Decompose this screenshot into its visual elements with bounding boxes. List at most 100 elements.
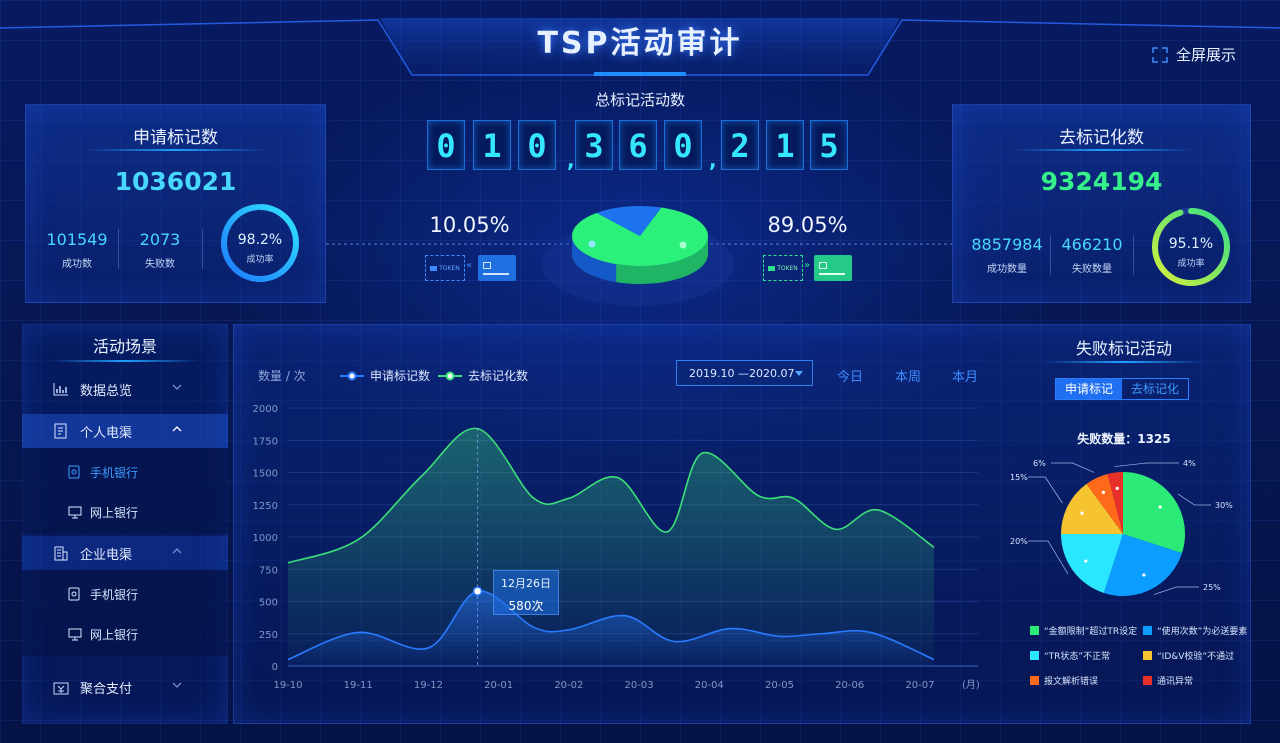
pie-slice-label: 6%	[1033, 459, 1046, 468]
chip-icon	[819, 262, 827, 269]
tooltip-value: 580次	[508, 599, 544, 613]
counter-comma: ,	[567, 148, 575, 172]
building-icon	[52, 544, 70, 562]
sidebar-item-label: 企业电渠	[80, 547, 133, 563]
fullscreen-icon	[1152, 46, 1168, 63]
detoken-success-value: 8857984	[971, 235, 1043, 254]
apply-rate-label: 成功率	[246, 255, 274, 265]
tab-apply[interactable]: 申请标记	[1056, 379, 1122, 399]
pie-marker	[588, 240, 596, 248]
legend-label: “金额限制”超过TR设定	[1044, 627, 1138, 637]
x-tick-label: 20-06	[835, 680, 864, 691]
legend-detoken[interactable]: 去标记化数	[438, 367, 528, 384]
detoken-fail-label: 失败数量	[1072, 264, 1112, 275]
left-percentage: 10.05%	[429, 213, 510, 237]
failure-pie: 30% 25% 20% 15% 6% 4%	[1010, 459, 1233, 596]
sidebar-item-overview[interactable]: 数据总览	[22, 372, 228, 406]
pie-slice-dot	[1101, 490, 1106, 494]
legend-item[interactable]: 通讯异常	[1143, 674, 1193, 687]
apply-fail-value: 2073	[139, 230, 181, 249]
pie-slice-dot	[1115, 486, 1119, 490]
pie-marker	[679, 241, 687, 249]
stripe	[819, 273, 845, 275]
filter-week-button[interactable]: 本周	[895, 366, 921, 385]
fullscreen-button[interactable]: 全屏展示	[1152, 44, 1236, 65]
legend-item[interactable]: “TR状态”不正常	[1030, 649, 1110, 662]
legend-swatch	[1030, 676, 1039, 685]
filter-month-button[interactable]: 本月	[952, 366, 978, 385]
token-label: TOKEN	[777, 264, 798, 272]
legend-swatch	[1030, 651, 1039, 660]
y-tick-label: 1500	[253, 469, 278, 480]
bank-card-icon	[478, 255, 516, 281]
sidebar-subitem-personal-web[interactable]: 网上银行	[22, 495, 228, 529]
chart-icon	[52, 380, 70, 398]
y-tick-label: 1000	[253, 533, 278, 544]
trend-line-chart: 0 250 500 750 1000 1250 1500 1750 2000 19-10 19-11…	[253, 404, 978, 691]
apply-success-stat: 101549 成功数	[34, 230, 120, 270]
divider	[202, 229, 203, 269]
chevron-down-icon	[172, 384, 182, 390]
detoken-panel: 去标记化数 9324194 8857984 成功数量 466210 失败数量 9…	[952, 104, 1251, 303]
filter-today-button[interactable]: 今日	[837, 366, 863, 385]
sidebar-subitem-personal-mobile[interactable]: 手机银行	[22, 455, 228, 489]
x-tick-label: 19-11	[344, 680, 373, 691]
legend-label: 报文解析错误	[1044, 677, 1099, 687]
legend-item[interactable]: “金额限制”超过TR设定	[1030, 624, 1137, 637]
apply-success-value: 101549	[46, 230, 108, 249]
x-tick-label: 20-07	[905, 680, 934, 691]
counter-digit: 0	[427, 120, 465, 170]
bank-card-icon	[814, 255, 852, 281]
pie-slice-label: 25%	[1203, 583, 1221, 592]
pie-slice-label: 20%	[1010, 537, 1028, 546]
sidebar-subitem-enterprise-mobile[interactable]: 手机银行	[22, 577, 228, 611]
detoken-rate-label: 成功率	[1177, 259, 1205, 269]
x-tick-label: 19-10	[273, 680, 302, 691]
detoken-success-label: 成功数量	[987, 264, 1027, 275]
detoken-rate-value: 95.1%	[1168, 236, 1214, 252]
y-tick-label: 1750	[253, 436, 278, 447]
legend-item[interactable]: 报文解析错误	[1030, 674, 1098, 687]
apply-fail-stat: 2073 失败数	[122, 230, 198, 270]
mobile-icon	[68, 465, 82, 479]
token-card-icon: TOKEN	[425, 255, 465, 281]
counter-digit: 3	[575, 120, 613, 170]
sidebar-item-personal[interactable]: 个人电渠	[22, 414, 228, 448]
legend-item[interactable]: “使用次数”为必送要素	[1143, 624, 1247, 637]
legend-label: “使用次数”为必送要素	[1157, 627, 1248, 637]
legend-item[interactable]: “ID&V校验”不通过	[1143, 649, 1234, 662]
apply-rate-stat: 98.2% 成功率	[218, 232, 302, 265]
apply-panel: 申请标记数 1036021 101549 成功数 2073 失败数 98.2% …	[25, 104, 326, 303]
counter-digit: 6	[619, 120, 657, 170]
total-share-pie	[571, 206, 708, 284]
fullscreen-label: 全屏展示	[1176, 46, 1237, 64]
sidebar-subitem-enterprise-web[interactable]: 网上银行	[22, 617, 228, 651]
pie-leader-line	[1028, 540, 1069, 575]
y-unit-label: 数量 / 次	[258, 369, 306, 383]
date-range-select[interactable]: 2019.10 —2020.07	[676, 360, 813, 386]
pie-slice-dot	[1158, 505, 1162, 509]
apply-title-underline	[86, 149, 266, 151]
y-tick-label: 500	[259, 598, 278, 609]
counter-digit: 1	[473, 120, 511, 170]
legend-line-green	[438, 371, 462, 380]
counter-digit: 5	[810, 120, 848, 170]
detoken-fail-value: 466210	[1061, 235, 1123, 254]
counter-digit: 2	[721, 120, 759, 170]
chip-icon	[483, 262, 491, 269]
x-tick-label: 20-02	[554, 680, 583, 691]
sidebar-item-label: 数据总览	[80, 383, 133, 399]
tab-detoken[interactable]: 去标记化	[1122, 379, 1188, 399]
detoken-total: 9324194	[1040, 167, 1163, 196]
subitem-label: 网上银行	[90, 627, 139, 642]
legend-swatch	[1143, 651, 1152, 660]
y-tick-label: 2000	[253, 404, 278, 415]
right-percentage: 89.05%	[767, 213, 848, 237]
sidebar-item-enterprise[interactable]: 企业电渠	[22, 536, 228, 570]
failure-count: 失败数量：1325	[1077, 432, 1171, 446]
divider	[1050, 235, 1051, 275]
y-tick-label: 0	[272, 662, 278, 673]
chip-icon	[768, 265, 776, 271]
legend-apply[interactable]: 申请标记数	[340, 367, 430, 384]
sidebar-item-payment[interactable]: 聚合支付	[22, 670, 228, 704]
